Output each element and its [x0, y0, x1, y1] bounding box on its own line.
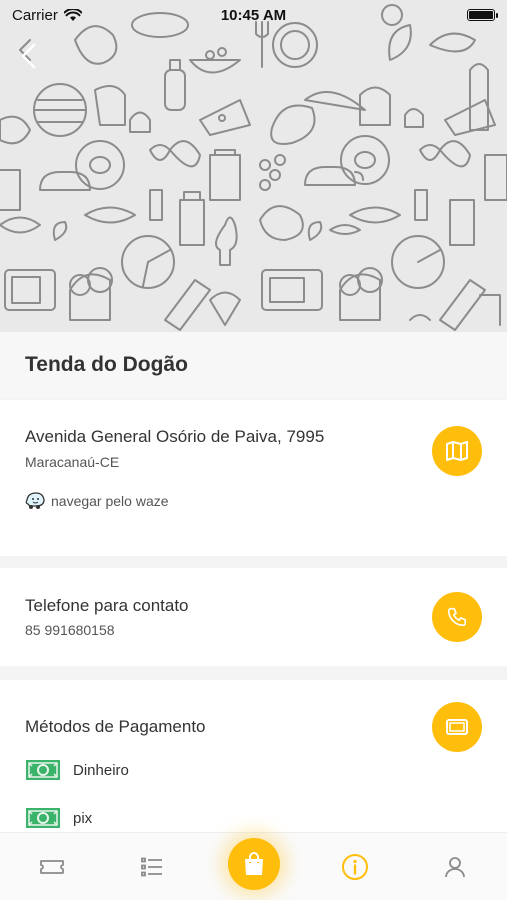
tab-tickets[interactable] [22, 833, 82, 900]
list-icon [141, 857, 162, 877]
phone-number: 85 991680158 [25, 622, 115, 638]
info-icon [342, 854, 368, 880]
waze-link[interactable]: navegar pelo waze [25, 492, 169, 510]
waze-label: navegar pelo waze [51, 493, 169, 509]
call-button[interactable] [432, 592, 482, 642]
tab-orders[interactable] [122, 833, 182, 900]
status-bar: Carrier 10:45 AM [0, 0, 507, 30]
waze-icon [25, 492, 45, 509]
payment-button[interactable] [432, 702, 482, 752]
back-button[interactable] [10, 38, 46, 74]
money-icon [26, 760, 60, 780]
payment-method-item: pix [25, 806, 92, 830]
phone-card: Telefone para contato 85 991680158 [0, 568, 507, 666]
payment-title: Métodos de Pagamento [25, 717, 206, 736]
ticket-icon [40, 860, 64, 874]
store-title-bar: Tenda do Dogão [0, 332, 507, 398]
store-cover-image: Carrier 10:45 AM [0, 0, 507, 332]
payment-card: Métodos de Pagamento Dinheiro pix [0, 680, 507, 835]
store-name: Tenda do Dogão [25, 353, 188, 376]
user-icon [445, 857, 465, 878]
credit-card-icon [446, 719, 468, 735]
bottom-tab-bar [0, 832, 507, 900]
tab-profile[interactable] [425, 833, 485, 900]
shopping-bag-icon [245, 852, 263, 875]
chevron-left-icon [21, 43, 36, 69]
map-icon [446, 441, 468, 461]
payment-method-label: Dinheiro [73, 761, 129, 779]
address-card: Avenida General Osório de Paiva, 7995 Ma… [0, 400, 507, 556]
money-icon [26, 808, 60, 828]
payment-method-item: Dinheiro [25, 758, 129, 782]
map-button[interactable] [432, 426, 482, 476]
address-city: Maracanaú-CE [25, 454, 120, 470]
address-street: Avenida General Osório de Paiva, 7995 [25, 427, 325, 446]
tab-info[interactable] [325, 833, 385, 900]
payment-method-label: pix [73, 809, 93, 827]
phone-icon [447, 607, 467, 627]
tab-cart[interactable] [228, 838, 280, 890]
food-doodle-pattern [0, 4, 507, 331]
battery-icon [467, 9, 498, 21]
phone-label: Telefone para contato [25, 596, 189, 615]
status-time: 10:45 AM [220, 6, 287, 24]
